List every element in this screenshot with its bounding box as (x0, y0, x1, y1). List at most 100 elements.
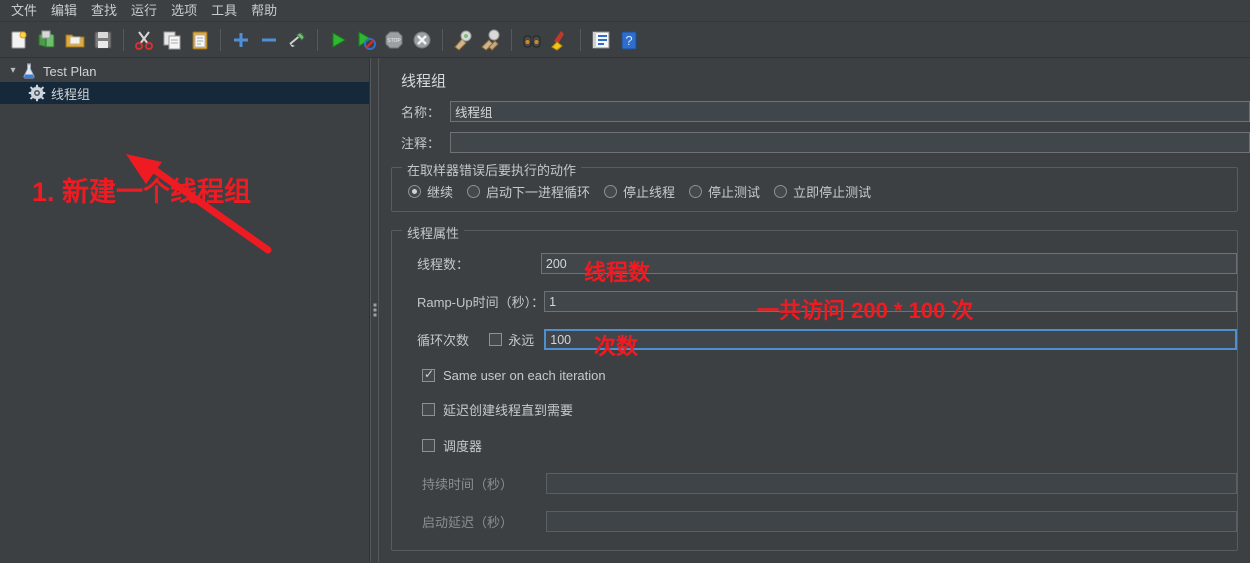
radio-continue[interactable]: 继续 (408, 182, 453, 201)
svg-text:STOP: STOP (387, 38, 401, 44)
menu-options[interactable]: 选项 (164, 1, 204, 21)
start-no-pauses-icon[interactable] (353, 27, 379, 53)
same-user-checkbox[interactable] (422, 367, 435, 382)
delayed-start-row[interactable]: 延迟创建线程直到需要 (392, 400, 1237, 419)
tree-root: ▾ Test Plan 线程组 (0, 58, 369, 104)
radio-stop-test-now[interactable]: 立即停止测试 (774, 182, 871, 201)
name-input[interactable] (450, 101, 1250, 122)
startup-delay-input[interactable] (545, 511, 1237, 532)
scheduler-row[interactable]: 调度器 (392, 436, 1237, 455)
radio-stop-thread[interactable]: 停止线程 (604, 182, 675, 201)
split-divider-grip[interactable] (373, 303, 376, 317)
toggle-pencil-icon[interactable] (284, 27, 310, 53)
stop-icon[interactable]: STOP (381, 27, 407, 53)
thread-group-gear-icon (28, 84, 46, 102)
duration-row: 持续时间（秒） (392, 473, 1237, 494)
tree-node-test-plan[interactable]: ▾ Test Plan (0, 60, 369, 82)
test-plan-flask-icon (20, 62, 38, 80)
loop-count-label: 循环次数 (417, 333, 470, 348)
forever-label: 永远 (508, 333, 535, 348)
name-label: 名称： (401, 105, 441, 120)
annotation-total-requests: 一共访问 200 * 100 次 (757, 298, 974, 323)
toolbar-separator (511, 28, 512, 51)
scheduler-checkbox[interactable] (422, 439, 435, 452)
duration-input[interactable] (545, 473, 1237, 494)
scheduler-label: 调度器 (443, 439, 483, 454)
radio-stop-thread-indicator[interactable] (604, 185, 618, 198)
menu-help[interactable]: 帮助 (244, 1, 284, 21)
sampler-error-action-group: 在取样器错误后要执行的动作 继续 启动下一进程循环 停止线程 停止测试 立即停止… (391, 160, 1238, 212)
templates-icon[interactable] (34, 27, 60, 53)
toolbar: STOP ? (0, 22, 1250, 58)
shutdown-icon[interactable] (409, 27, 435, 53)
loop-count-input[interactable] (544, 329, 1237, 350)
radio-stop-test-now-label: 立即停止测试 (793, 185, 872, 200)
toolbar-separator (442, 28, 443, 51)
radio-continue-label: 继续 (427, 185, 454, 200)
radio-stop-test-indicator[interactable] (689, 185, 703, 198)
comment-label: 注释： (401, 136, 441, 151)
name-row: 名称： (379, 101, 1250, 122)
radio-start-next-loop-label: 启动下一进程循环 (486, 185, 591, 200)
toolbar-separator (123, 28, 124, 51)
paste-clipboard-icon[interactable] (187, 27, 213, 53)
thread-group-editor: 线程组 名称： 注释： 在取样器错误后要执行的动作 继续 (379, 58, 1250, 562)
save-floppy-icon[interactable] (90, 27, 116, 53)
radio-stop-test-label: 停止测试 (708, 185, 761, 200)
collapse-minus-icon[interactable] (256, 27, 282, 53)
cut-scissors-icon[interactable] (131, 27, 157, 53)
menu-bar: 文件 编辑 查找 运行 选项 工具 帮助 (0, 0, 1250, 22)
same-user-row[interactable]: Same user on each iteration (392, 367, 1237, 383)
forever-checkbox[interactable] (489, 333, 503, 346)
help-book-icon[interactable]: ? (616, 27, 642, 53)
thread-properties-title: 线程属性 (402, 223, 465, 242)
svg-text:?: ? (625, 33, 632, 48)
menu-tools[interactable]: 工具 (204, 1, 244, 21)
radio-stop-test[interactable]: 停止测试 (689, 182, 760, 201)
delayed-start-checkbox[interactable] (422, 403, 435, 416)
thread-properties-group: 线程属性 线程数： Ramp-Up时间（秒）： 循环次数 永远 (391, 223, 1238, 551)
sampler-error-action-options: 继续 启动下一进程循环 停止线程 停止测试 立即停止测试 (392, 182, 1237, 201)
clear-broom-icon[interactable] (450, 27, 476, 53)
menu-run[interactable]: 运行 (124, 1, 164, 21)
page-title: 线程组 (401, 73, 447, 90)
function-helper-icon[interactable] (588, 27, 614, 53)
copy-icon[interactable] (159, 27, 185, 53)
annotation-thread-count: 线程数 (584, 260, 651, 285)
annotation-create-thread-group: 1. 新建一个线程组 (32, 177, 252, 207)
start-play-icon[interactable] (325, 27, 351, 53)
chevron-down-icon[interactable]: ▾ (6, 66, 20, 76)
num-threads-row: 线程数： (392, 253, 1237, 274)
tree-node-thread-group[interactable]: 线程组 (0, 82, 369, 104)
delayed-start-label: 延迟创建线程直到需要 (443, 403, 574, 418)
clear-all-broom-icon[interactable] (478, 27, 504, 53)
test-plan-tree: ▾ Test Plan 线程组 1. 新建一个线程组 (0, 58, 370, 562)
duration-label: 持续时间（秒） (422, 477, 514, 492)
startup-delay-label: 启动延迟（秒） (422, 515, 514, 530)
radio-start-next-loop-indicator[interactable] (467, 185, 481, 198)
menu-search[interactable]: 查找 (84, 1, 124, 21)
same-user-label: Same user on each iteration (443, 368, 606, 383)
reset-search-broom-icon[interactable] (547, 27, 573, 53)
loop-count-row: 循环次数 永远 (392, 329, 1237, 350)
startup-delay-row: 启动延迟（秒） (392, 511, 1237, 532)
tree-node-label: 线程组 (51, 86, 91, 102)
toolbar-separator (220, 28, 221, 51)
num-threads-label: 线程数： (417, 257, 470, 272)
comment-row: 注释： (379, 132, 1250, 153)
comment-input[interactable] (450, 132, 1250, 153)
toolbar-separator (580, 28, 581, 51)
expand-plus-icon[interactable] (228, 27, 254, 53)
sampler-error-action-title: 在取样器错误后要执行的动作 (402, 160, 582, 179)
annotation-loop-times: 次数 (594, 334, 639, 359)
radio-stop-test-now-indicator[interactable] (774, 185, 788, 198)
radio-start-next-loop[interactable]: 启动下一进程循环 (467, 182, 590, 201)
split-divider[interactable] (370, 58, 379, 562)
new-document-icon[interactable] (6, 27, 32, 53)
search-binoculars-icon[interactable] (519, 27, 545, 53)
open-folder-icon[interactable] (62, 27, 88, 53)
menu-file[interactable]: 文件 (4, 1, 44, 21)
radio-stop-thread-label: 停止线程 (623, 185, 676, 200)
menu-edit[interactable]: 编辑 (44, 1, 84, 21)
radio-continue-indicator[interactable] (408, 185, 421, 198)
